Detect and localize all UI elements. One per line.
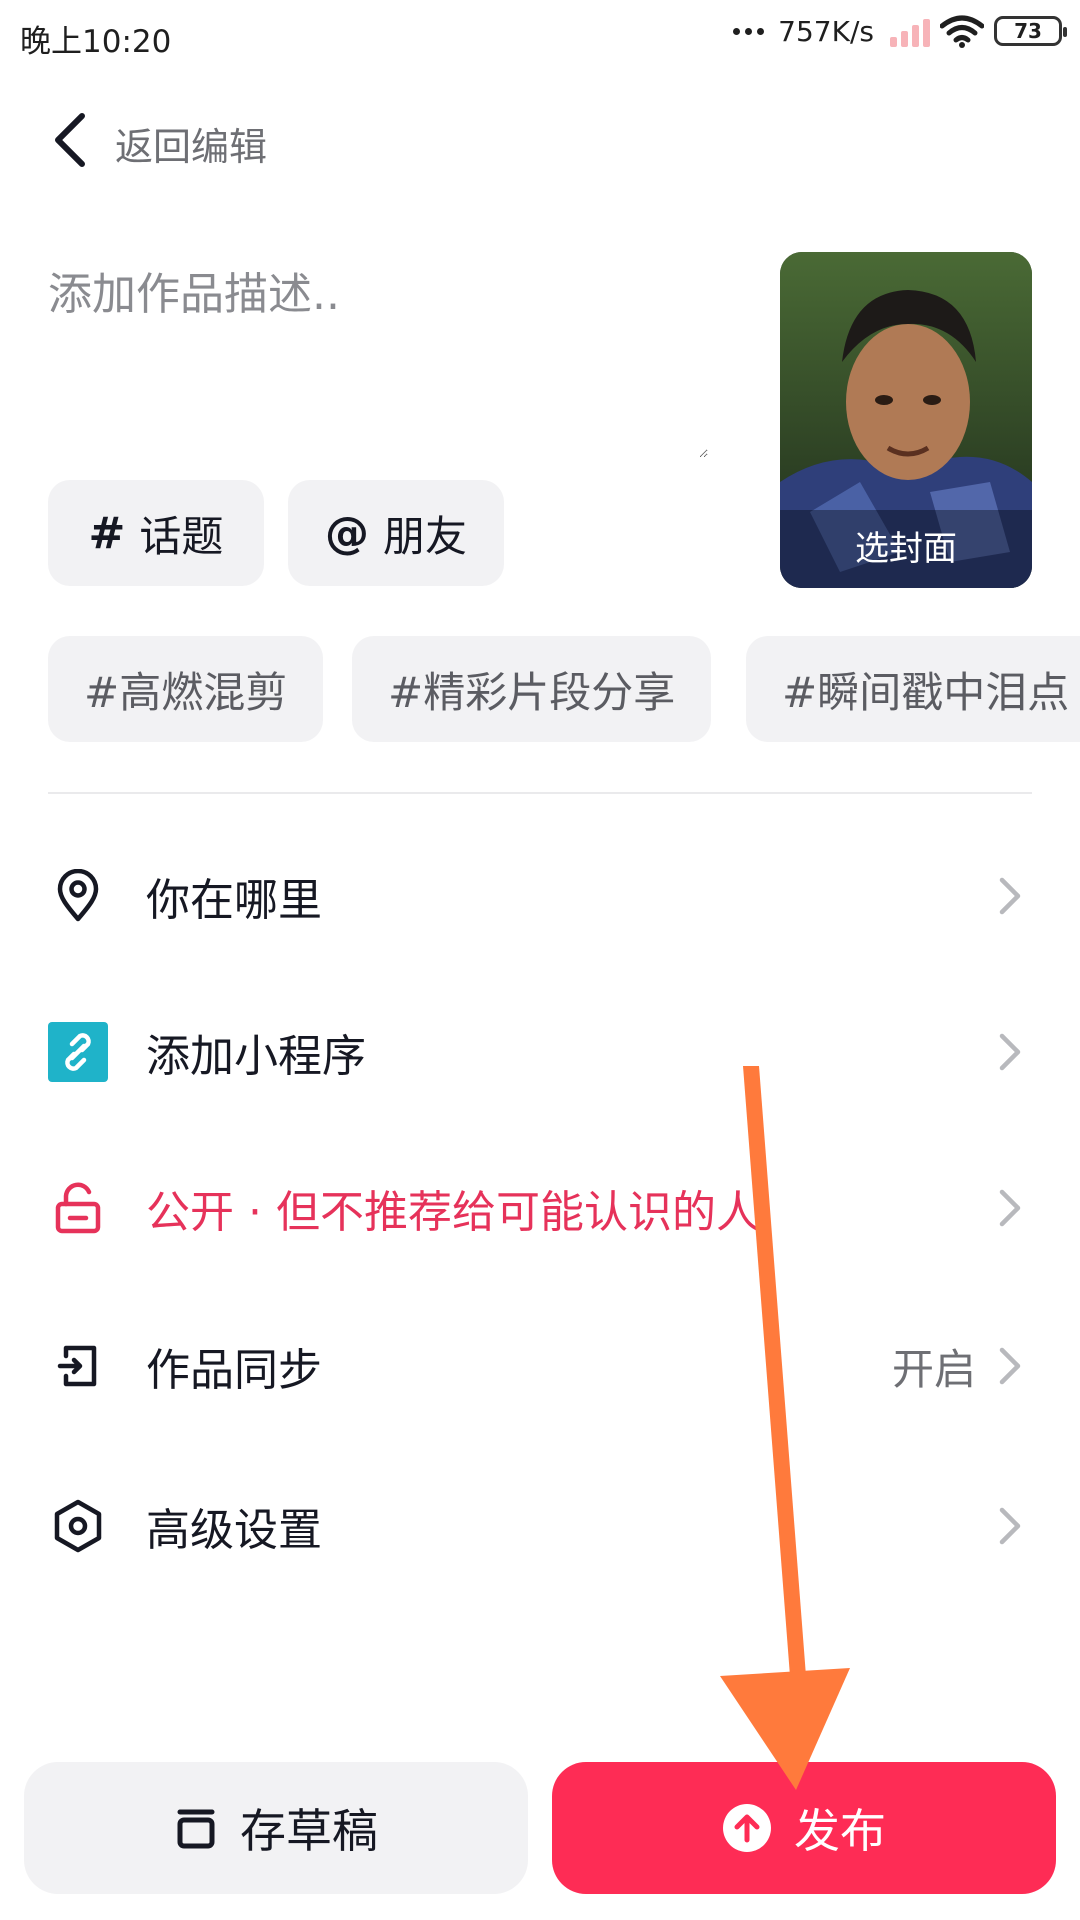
suggested-tag[interactable]: #精彩片段分享 — [352, 636, 712, 742]
sync-row[interactable]: 作品同步 开启 — [48, 1316, 1032, 1416]
privacy-row[interactable]: 公开 · 但不推荐给可能认识的人 — [48, 1158, 1032, 1258]
hashtag-icon: # — [88, 507, 126, 559]
back-chevron-icon[interactable] — [50, 110, 90, 170]
sync-status: 开启 — [891, 1344, 976, 1394]
suggested-tag[interactable]: #瞬间戳中泪点 — [746, 636, 1080, 742]
network-speed: 757K/s — [778, 14, 874, 48]
suggested-tag[interactable]: #高燃混剪 — [48, 636, 324, 742]
mention-friend-label: 朋友 — [382, 511, 467, 561]
status-indicators: 757K/s 73 — [733, 14, 1067, 48]
back-to-edit-link[interactable]: 返回编辑 — [115, 116, 267, 171]
chevron-right-icon — [999, 1347, 1021, 1385]
description-input[interactable] — [48, 258, 708, 458]
location-row[interactable]: 你在哪里 — [48, 846, 1032, 946]
save-draft-button[interactable]: 存草稿 — [24, 1762, 528, 1894]
select-cover-label: 选封面 — [780, 510, 1032, 588]
sync-icon — [48, 1336, 108, 1396]
draft-box-icon — [174, 1806, 218, 1850]
privacy-label: 公开 · 但不推荐给可能认识的人 — [146, 1187, 760, 1238]
sync-label: 作品同步 — [146, 1345, 322, 1396]
chevron-right-icon — [999, 1507, 1021, 1545]
mention-friend-chip[interactable]: @ 朋友 — [288, 480, 504, 586]
chevron-right-icon — [999, 1189, 1021, 1227]
save-draft-label: 存草稿 — [240, 1804, 378, 1858]
battery-level: 73 — [1014, 19, 1042, 43]
status-time: 晚上10:20 — [20, 24, 172, 60]
topic-chip-label: 话题 — [139, 511, 224, 561]
advanced-settings-row[interactable]: 高级设置 — [48, 1476, 1032, 1576]
wifi-icon — [940, 15, 984, 48]
chevron-right-icon — [999, 1033, 1021, 1071]
mini-program-row[interactable]: 添加小程序 — [48, 1002, 1032, 1102]
chevron-right-icon — [999, 877, 1021, 915]
location-label: 你在哪里 — [146, 875, 322, 926]
battery-icon: 73 — [994, 16, 1067, 46]
publish-button[interactable]: 发布 — [552, 1762, 1056, 1894]
advanced-settings-label: 高级设置 — [146, 1505, 322, 1556]
mini-program-icon — [48, 1022, 108, 1082]
topic-chip[interactable]: # 话题 — [48, 480, 264, 586]
more-dots-icon — [733, 27, 765, 35]
unlock-icon — [48, 1178, 108, 1238]
signal-icon — [890, 15, 930, 47]
upload-arrow-icon — [722, 1803, 772, 1853]
mini-program-label: 添加小程序 — [146, 1031, 366, 1082]
cover-selector[interactable]: 选封面 — [780, 252, 1032, 588]
settings-hexagon-icon — [48, 1496, 108, 1556]
publish-label: 发布 — [794, 1804, 886, 1858]
at-icon: @ — [324, 507, 369, 559]
divider — [48, 792, 1032, 794]
location-pin-icon — [48, 866, 108, 926]
